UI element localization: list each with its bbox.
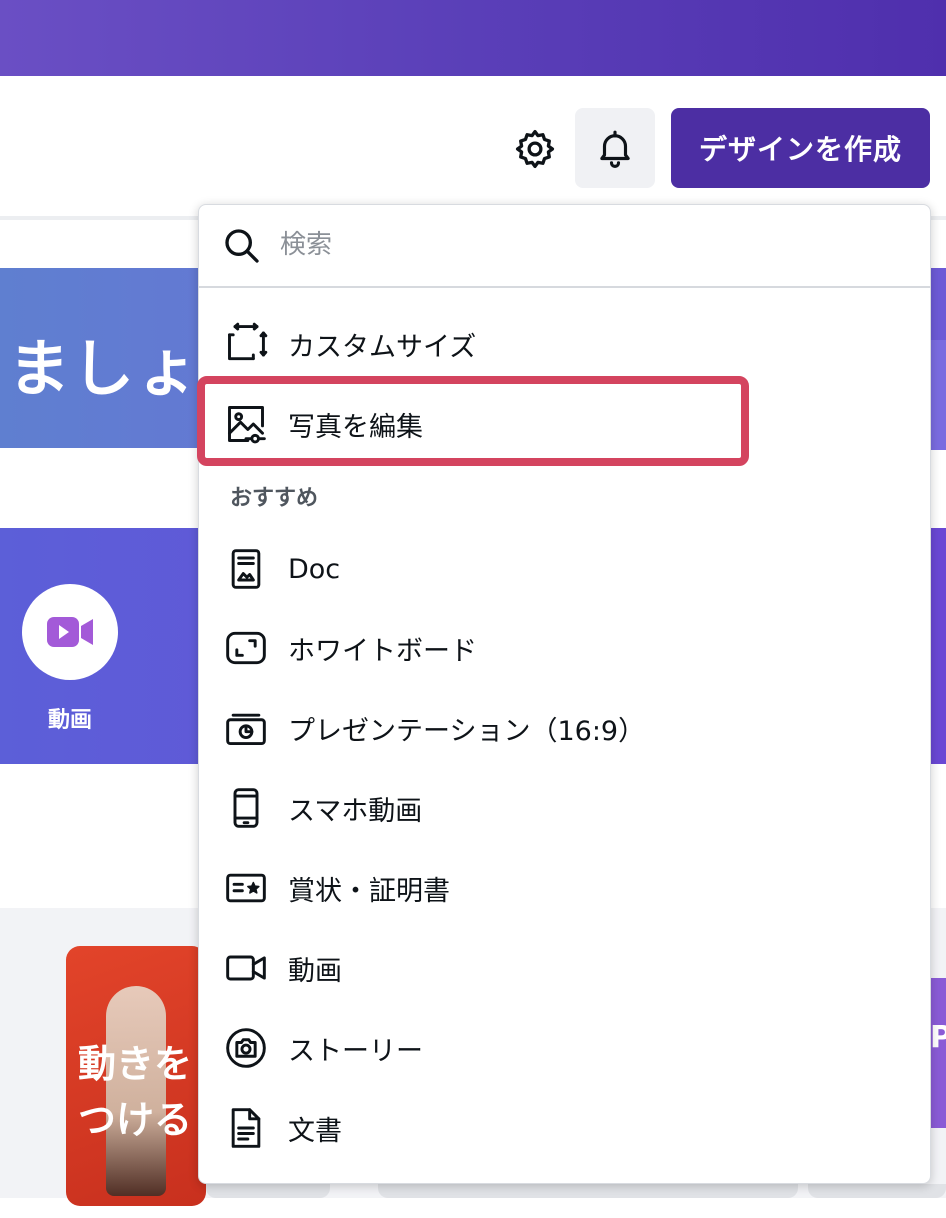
category-video-label: 動画 (47, 708, 92, 733)
thumbnail-caption: 動きをつける (78, 1042, 193, 1142)
menu-item-video[interactable]: 動画 (222, 938, 902, 998)
gallery-pill (378, 1184, 798, 1198)
menu-item-presentation[interactable]: プレゼンテーション（16:9） (222, 698, 902, 758)
notifications-button[interactable] (575, 108, 655, 188)
whiteboard-icon (222, 624, 270, 672)
menu-item-label: 動画 (288, 955, 342, 987)
edit-photo-icon (222, 400, 270, 448)
menu-item-edit-photo[interactable]: 写真を編集 (222, 394, 902, 454)
menu-item-certificate[interactable]: 賞状・証明書 (222, 858, 902, 918)
document-icon (222, 1104, 270, 1152)
menu-item-custom-size[interactable]: カスタムサイズ (222, 314, 902, 374)
menu-item-label: 文書 (288, 1115, 342, 1147)
gear-icon (515, 129, 555, 169)
menu-item-label: Doc (288, 553, 341, 585)
video-icon (222, 944, 270, 992)
menu-item-label: ホワイトボード (288, 635, 477, 667)
thumbnail-right-caption: P (930, 1020, 946, 1055)
video-camera-icon (47, 617, 93, 647)
template-thumbnail[interactable]: 動きをつける (66, 946, 206, 1206)
settings-button[interactable] (510, 126, 560, 172)
menu-item-doc[interactable]: Doc (222, 539, 902, 599)
doc-icon (222, 545, 270, 593)
bell-icon (600, 130, 630, 168)
menu-item-story[interactable]: ストーリー (222, 1018, 902, 1078)
menu-item-label: ストーリー (288, 1035, 423, 1067)
menu-item-label: スマホ動画 (288, 795, 423, 827)
certificate-icon (222, 864, 270, 912)
presentation-icon (222, 704, 270, 752)
create-design-button[interactable]: デザインを作成 (671, 108, 930, 188)
top-banner-strip (0, 0, 946, 76)
menu-item-phone-video[interactable]: スマホ動画 (222, 778, 902, 838)
search-icon (225, 229, 259, 263)
menu-item-label: プレゼンテーション（16:9） (288, 715, 646, 747)
menu-item-document[interactable]: 文書 (222, 1098, 902, 1158)
story-icon (222, 1024, 270, 1072)
menu-item-label: カスタムサイズ (288, 331, 477, 363)
category-video-button[interactable] (22, 584, 118, 680)
search-input[interactable] (280, 222, 900, 268)
section-title-recommended: おすすめ (230, 486, 319, 511)
hero-edge (930, 340, 946, 450)
phone-video-icon (222, 784, 270, 832)
hero-heading: ましょ (8, 332, 201, 405)
menu-item-whiteboard[interactable]: ホワイトボード (222, 618, 902, 678)
gallery-pill (206, 1184, 330, 1198)
menu-item-label: 写真を編集 (288, 411, 423, 443)
gallery-pill (808, 1184, 946, 1198)
resize-icon (222, 320, 270, 368)
menu-item-label: 賞状・証明書 (288, 875, 450, 907)
